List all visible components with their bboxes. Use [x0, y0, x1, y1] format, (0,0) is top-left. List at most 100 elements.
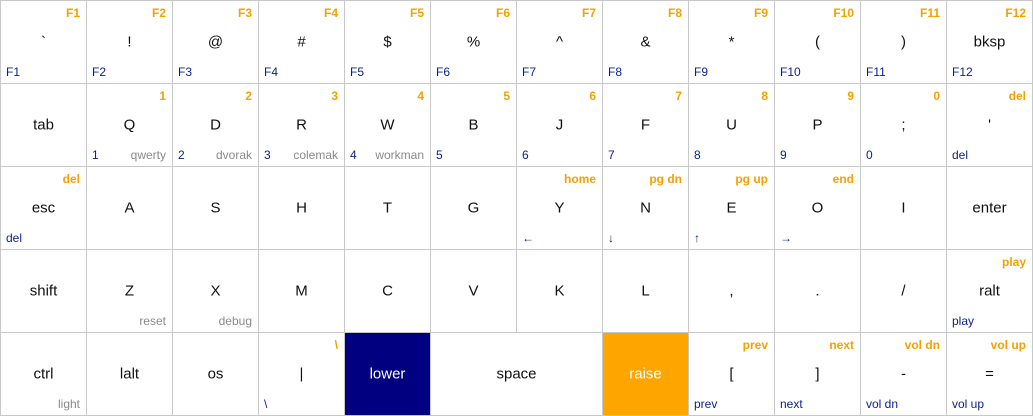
- key-label: D: [210, 116, 221, 134]
- key-shift[interactable]: shift: [1, 250, 87, 333]
- key-at[interactable]: @ F3 F3: [173, 1, 259, 84]
- raise-legend: 6: [589, 89, 596, 103]
- raise-legend: F11: [919, 6, 940, 20]
- key-i[interactable]: I: [861, 167, 947, 250]
- key-lalt[interactable]: lalt: [87, 333, 173, 416]
- raise-legend: 0: [933, 89, 940, 103]
- key-e[interactable]: Epg up ↑: [689, 167, 775, 250]
- lower-legend: 9: [780, 148, 787, 162]
- key-semicolon[interactable]: ; 0 0: [861, 84, 947, 167]
- key-s[interactable]: S: [173, 167, 259, 250]
- key-label: space: [496, 365, 537, 383]
- raise-legend: F5: [409, 6, 424, 20]
- key-pipe[interactable]: | \ \: [259, 333, 345, 416]
- key-backtick[interactable]: ` F1 F1: [1, 1, 87, 84]
- lower-legend: F10: [780, 65, 801, 79]
- key-g[interactable]: G: [431, 167, 517, 250]
- key-label: esc: [31, 199, 56, 217]
- key-label: ): [901, 33, 906, 51]
- key-r[interactable]: R 3 3 colemak: [259, 84, 345, 167]
- key-rbracket[interactable]: ] next next: [775, 333, 861, 416]
- key-lbracket[interactable]: [prev prev: [689, 333, 775, 416]
- key-ampersand[interactable]: & F8 F8: [603, 1, 689, 84]
- key-ralt[interactable]: ralt play play: [947, 250, 1033, 333]
- key-label: N: [640, 199, 651, 217]
- key-enter[interactable]: enter: [947, 167, 1033, 250]
- key-lparen[interactable]: ( F10 F10: [775, 1, 861, 84]
- key-u[interactable]: U 8 8: [689, 84, 775, 167]
- lower-legend: F12: [952, 65, 973, 79]
- key-label: P: [812, 116, 823, 134]
- raise-legend: home: [563, 172, 596, 186]
- key-label: ^: [555, 33, 564, 51]
- raise-legend: F10: [833, 6, 854, 20]
- key-period[interactable]: .: [775, 250, 861, 333]
- key-label: lalt: [119, 365, 140, 383]
- raise-legend: vol up: [990, 338, 1026, 352]
- raise-legend: F4: [323, 6, 338, 20]
- key-label: shift: [29, 282, 58, 300]
- key-t[interactable]: T: [345, 167, 431, 250]
- raise-legend: 1: [159, 89, 166, 103]
- key-label: J: [555, 116, 564, 134]
- key-q[interactable]: Q 1 1 qwerty: [87, 84, 173, 167]
- key-raise[interactable]: raise: [603, 333, 689, 416]
- key-bksp[interactable]: bksp F12 F12: [947, 1, 1033, 84]
- adjust-legend: light: [57, 397, 80, 411]
- key-j[interactable]: J 6 6: [517, 84, 603, 167]
- lower-legend: F1: [6, 65, 21, 79]
- key-dollar[interactable]: $ F5 F5: [345, 1, 431, 84]
- raise-legend: F12: [1005, 6, 1026, 20]
- key-z[interactable]: Zreset: [87, 250, 173, 333]
- key-esc[interactable]: esc del del: [1, 167, 87, 250]
- key-equals[interactable]: = vol up vol up: [947, 333, 1033, 416]
- key-os[interactable]: os: [173, 333, 259, 416]
- key-l[interactable]: L: [603, 250, 689, 333]
- key-rparen[interactable]: ) F11 F11: [861, 1, 947, 84]
- key-n[interactable]: Npg dn ↓: [603, 167, 689, 250]
- key-quote[interactable]: ' del del: [947, 84, 1033, 167]
- key-x[interactable]: Xdebug: [173, 250, 259, 333]
- key-caret[interactable]: ^ F7 F7: [517, 1, 603, 84]
- key-d[interactable]: D 2 2 dvorak: [173, 84, 259, 167]
- key-label: .: [815, 282, 820, 300]
- key-label: Q: [123, 116, 136, 134]
- key-h[interactable]: H: [259, 167, 345, 250]
- key-minus[interactable]: - vol dn vol dn: [861, 333, 947, 416]
- key-label: ctrl: [33, 365, 54, 383]
- adjust-legend: reset: [139, 314, 166, 328]
- raise-legend: 3: [331, 89, 338, 103]
- lower-legend: ↓: [608, 231, 614, 245]
- key-label: O: [811, 199, 824, 217]
- key-o[interactable]: Oend →: [775, 167, 861, 250]
- key-m[interactable]: M: [259, 250, 345, 333]
- key-asterisk[interactable]: * F9 F9: [689, 1, 775, 84]
- lower-legend: →: [780, 231, 792, 245]
- key-v[interactable]: V: [431, 250, 517, 333]
- key-ctrl[interactable]: ctrl light: [1, 333, 87, 416]
- key-exclamation[interactable]: ! F2 F2: [87, 1, 173, 84]
- key-f[interactable]: F 7 7: [603, 84, 689, 167]
- key-percent[interactable]: % F6 F6: [431, 1, 517, 84]
- key-label: ralt: [979, 282, 1000, 300]
- adjust-legend: dvorak: [215, 148, 252, 162]
- key-y[interactable]: Yhome ←: [517, 167, 603, 250]
- raise-legend: del: [1008, 89, 1026, 103]
- key-p[interactable]: P 9 9: [775, 84, 861, 167]
- key-lower[interactable]: lower: [345, 333, 431, 416]
- lower-legend: ←: [522, 231, 534, 245]
- key-slash[interactable]: /: [861, 250, 947, 333]
- key-label: !: [127, 33, 132, 51]
- key-tab[interactable]: tab: [1, 84, 87, 167]
- key-a[interactable]: A: [87, 167, 173, 250]
- key-c[interactable]: C: [345, 250, 431, 333]
- key-label: (: [815, 33, 820, 51]
- raise-legend: pg up: [735, 172, 768, 186]
- key-space[interactable]: space: [431, 333, 603, 416]
- key-comma[interactable]: ,: [689, 250, 775, 333]
- key-w[interactable]: W 4 4 workman: [345, 84, 431, 167]
- key-hash[interactable]: # F4 F4: [259, 1, 345, 84]
- lower-legend: F5: [350, 65, 365, 79]
- key-b[interactable]: B 5 5: [431, 84, 517, 167]
- key-k[interactable]: K: [517, 250, 603, 333]
